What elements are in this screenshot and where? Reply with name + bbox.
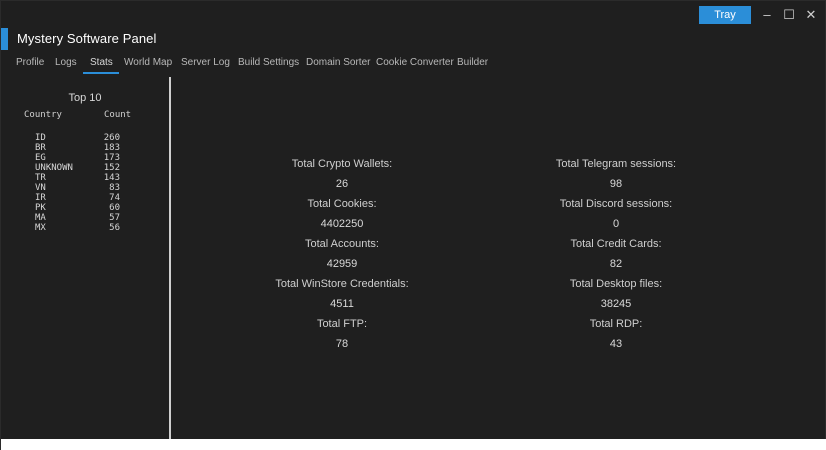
table-row: BR 183 [1,143,169,153]
country-cell: IR [35,193,46,203]
stat-value-telegram-sessions: 98 [609,178,623,190]
tab-profile[interactable]: Profile [16,56,44,74]
stat-value-winstore-credentials: 4511 [330,298,354,310]
table-row: TR 143 [1,173,169,183]
table-row: ID 260 [1,133,169,143]
app-title: Mystery Software Panel [17,31,157,46]
table-row: VN 83 [1,183,169,193]
count-column-header: Count [104,110,132,120]
stat-label-crypto-wallets: Total Crypto Wallets: [291,158,393,170]
stat-label-rdp: Total RDP: [589,318,643,330]
count-cell: 183 [103,143,120,153]
stat-label-ftp: Total FTP: [316,318,368,330]
title-bar: Tray – ☐ ✕ Mystery Software Panel [1,1,826,53]
tab-domain-sorter[interactable]: Domain Sorter [306,56,370,74]
stat-value-credit-cards: 82 [609,258,623,270]
title-accent-bar [1,28,8,50]
table-row: PK 60 [1,203,169,213]
stat-label-winstore-credentials: Total WinStore Credentials: [275,278,409,290]
count-cell: 57 [109,213,120,223]
country-cell: EG [35,153,46,163]
country-cell: PK [35,203,46,213]
country-cell: MA [35,213,46,223]
stat-label-cookies: Total Cookies: [307,198,377,210]
table-row: UNKNOWN 152 [1,163,169,173]
country-cell: VN [35,183,46,193]
tab-bar: Profile Logs Stats World Map Server Log … [1,56,826,76]
stat-value-crypto-wallets: 26 [335,178,349,190]
country-cell: MX [35,223,46,233]
count-cell: 74 [109,193,120,203]
stat-label-credit-cards: Total Credit Cards: [570,238,662,250]
tab-world-map[interactable]: World Map [124,56,172,74]
count-cell: 60 [109,203,120,213]
country-cell: BR [35,143,46,153]
tab-build-settings[interactable]: Build Settings [238,56,299,74]
top10-title: Top 10 [68,92,102,104]
country-cell: UNKNOWN [35,163,73,173]
stat-value-rdp: 43 [609,338,623,350]
stat-value-ftp: 78 [335,338,349,350]
table-row: IR 74 [1,193,169,203]
table-row: MX 56 [1,223,169,233]
tab-server-log[interactable]: Server Log [181,56,230,74]
maximize-icon[interactable]: ☐ [779,7,799,23]
count-cell: 56 [109,223,120,233]
tray-button[interactable]: Tray [699,6,751,24]
stat-value-desktop-files: 38245 [600,298,632,310]
app-window: Tray – ☐ ✕ Mystery Software Panel Profil… [0,0,826,450]
stat-value-cookies: 4402250 [320,218,364,230]
stat-label-telegram-sessions: Total Telegram sessions: [555,158,677,170]
country-cell: TR [35,173,46,183]
count-cell: 83 [109,183,120,193]
count-cell: 152 [103,163,120,173]
table-row: MA 57 [1,213,169,223]
tab-cookie-converter[interactable]: Cookie Converter [376,56,454,74]
top10-list: ID 260 BR 183 EG 173 UNKNOWN 152 TR 143 VN 83 … [1,133,169,233]
close-icon[interactable]: ✕ [801,7,821,23]
country-cell: ID [35,133,46,143]
minimize-icon[interactable]: – [757,7,777,23]
count-cell: 173 [103,153,120,163]
tab-logs[interactable]: Logs [55,56,77,74]
country-column-header: Country [24,110,62,120]
table-row: EG 173 [1,153,169,163]
stat-label-desktop-files: Total Desktop files: [569,278,663,290]
tab-builder[interactable]: Builder [457,56,488,74]
active-tab-indicator [83,72,119,74]
stat-value-accounts: 42959 [326,258,358,270]
stats-panel: Total Crypto Wallets: 26 Total Cookies: … [171,77,826,439]
count-cell: 143 [103,173,120,183]
stat-value-discord-sessions: 0 [612,218,620,230]
background-strip [1,439,826,450]
stat-label-accounts: Total Accounts: [305,238,379,250]
count-cell: 260 [103,133,120,143]
top10-panel: Top 10 Country Count ID 260 BR 183 EG 173 U… [1,77,169,439]
stat-label-discord-sessions: Total Discord sessions: [559,198,673,210]
